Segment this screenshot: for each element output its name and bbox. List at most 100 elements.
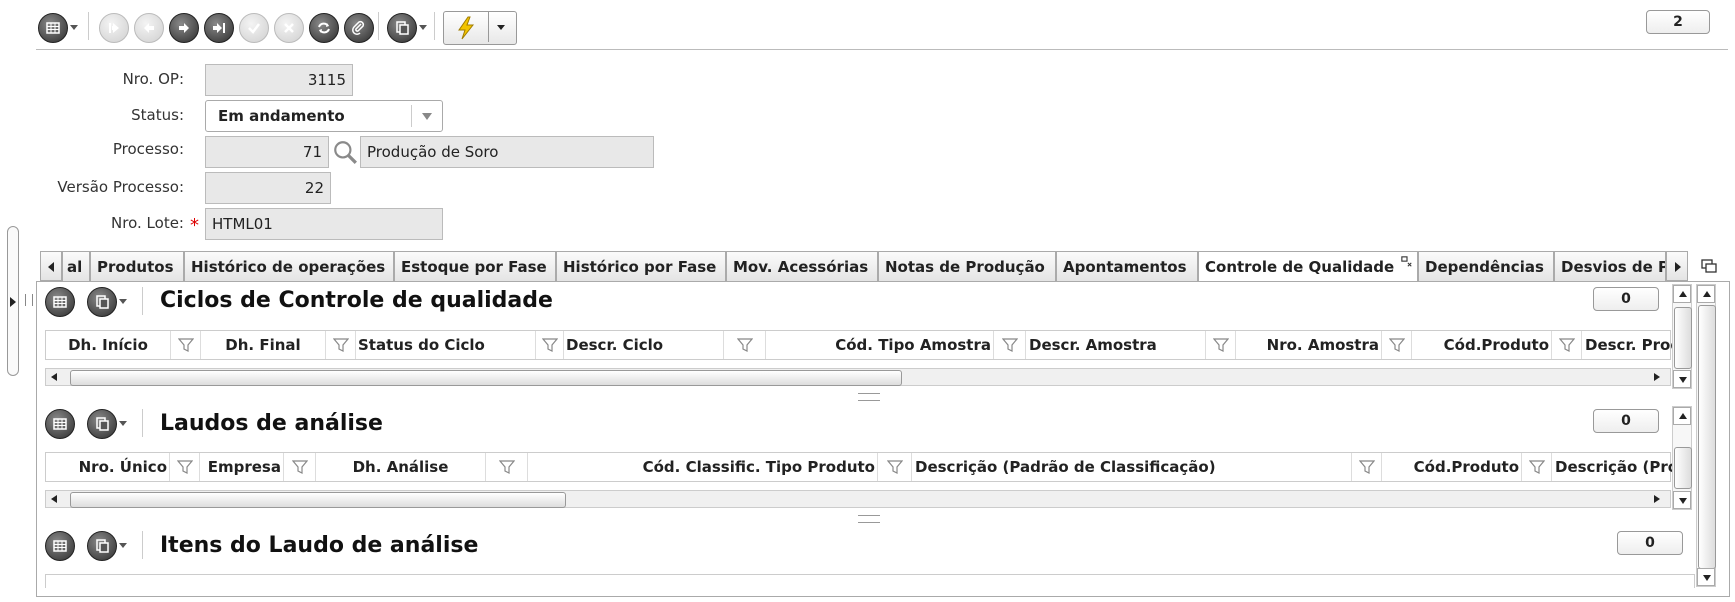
grid-menu-icon[interactable] [45,287,75,317]
filter-icon[interactable] [878,453,912,481]
column-header[interactable]: Descr. Produto [1582,331,1672,359]
versao-field[interactable]: 22 [205,172,331,204]
tab-controle-qualidade[interactable]: Controle de Qualidade [1198,251,1418,282]
column-header[interactable]: Descr. Ciclo [564,331,724,359]
filter-icon[interactable] [994,331,1026,359]
detach-tab-icon[interactable] [1401,256,1413,268]
grid-menu-icon[interactable] [45,409,75,439]
scroll-down-button[interactable] [1673,491,1691,509]
column-header[interactable]: Empresa [200,453,284,481]
ciclos-vertical-scrollbar[interactable] [1672,284,1692,389]
processo-desc-field[interactable]: Produção de Soro [360,136,654,168]
last-record-icon[interactable] [204,13,234,43]
scrollbar-thumb[interactable] [1674,447,1692,489]
status-select[interactable]: Em andamento [205,100,443,132]
copy-menu-caret-icon[interactable] [119,299,127,304]
grid-menu-caret-icon[interactable] [70,25,78,30]
scroll-up-button[interactable] [1673,407,1691,425]
column-header[interactable]: Cód.Produto [1412,331,1552,359]
column-header[interactable]: Descrição (Produto [1552,453,1672,481]
column-header[interactable]: Descr. Amostra [1026,331,1206,359]
tab-mov-acessorias[interactable]: Mov. Acessórias [726,251,878,281]
filter-icon[interactable] [1382,331,1412,359]
tab-historico-fase[interactable]: Histórico por Fase [556,251,726,281]
panel-vertical-scrollbar[interactable] [1696,284,1716,587]
scrollbar-thumb[interactable] [1698,305,1716,569]
scrollbar-thumb[interactable] [1674,307,1692,369]
lote-field[interactable]: HTML01 [205,208,443,240]
tab-historico-operacoes[interactable]: Histórico de operações [184,251,394,281]
column-header[interactable]: Cód. Tipo Amostra [766,331,994,359]
previous-record-icon[interactable] [134,13,164,43]
tab-scroll-right-button[interactable] [1666,251,1688,281]
scrollbar-thumb[interactable] [70,492,566,508]
filter-icon[interactable] [170,453,200,481]
search-icon[interactable] [332,139,358,165]
column-header[interactable]: Dh. Análise [316,453,486,481]
filter-icon[interactable] [724,331,766,359]
next-record-icon[interactable] [169,13,199,43]
attach-icon[interactable] [344,13,374,43]
column-header[interactable]: Dh. Início [46,331,171,359]
filter-icon[interactable] [326,331,356,359]
filter-icon[interactable] [1206,331,1236,359]
copy-menu-icon[interactable] [87,531,117,561]
column-header[interactable]: Cód.Produto [1382,453,1522,481]
laudos-vertical-scrollbar[interactable] [1672,406,1692,510]
section-resize-handle[interactable] [858,515,880,523]
nro-op-field[interactable]: 3115 [205,64,353,96]
scroll-right-icon[interactable] [1654,373,1660,381]
scroll-up-button[interactable] [1697,285,1715,303]
grid-menu-icon[interactable] [38,13,68,43]
column-header[interactable]: Cód. Classific. Tipo Produto [528,453,878,481]
expand-left-arrow-icon[interactable] [10,297,16,307]
tab-scroll-left-button[interactable] [40,251,62,281]
scroll-left-icon[interactable] [51,495,57,503]
confirm-icon[interactable] [239,13,269,43]
column-header[interactable]: Descrição (Padrão de Classificação) [912,453,1352,481]
chevron-left-icon [48,262,54,272]
filter-icon[interactable] [284,453,316,481]
filter-icon[interactable] [1352,453,1382,481]
copy-menu-caret-icon[interactable] [419,25,427,30]
chevron-down-icon[interactable] [411,105,442,127]
filter-icon[interactable] [1552,331,1582,359]
filter-icon[interactable] [486,453,528,481]
refresh-icon[interactable] [309,13,339,43]
scroll-down-button[interactable] [1673,370,1691,388]
grid-menu-icon[interactable] [45,531,75,561]
processo-code-field[interactable]: 71 [205,136,329,168]
column-header[interactable]: Nro. Amostra [1236,331,1382,359]
filter-icon[interactable] [536,331,564,359]
column-header[interactable]: Dh. Final [201,331,326,359]
scrollbar-thumb[interactable] [70,370,902,386]
scroll-up-button[interactable] [1673,285,1691,303]
copy-menu-caret-icon[interactable] [119,421,127,426]
laudos-horizontal-scrollbar[interactable] [45,490,1671,508]
tab-geral[interactable]: al [62,251,90,281]
tab-produtos[interactable]: Produtos [90,251,184,281]
actions-button[interactable] [443,11,517,45]
filter-icon[interactable] [1522,453,1552,481]
first-record-icon[interactable] [99,13,129,43]
cancel-icon[interactable] [274,13,304,43]
column-header[interactable]: Nro. Único [46,453,170,481]
scroll-left-icon[interactable] [51,373,57,381]
filter-icon[interactable] [171,331,201,359]
copy-menu-icon[interactable] [87,287,117,317]
tab-notas-producao[interactable]: Notas de Produção [878,251,1056,281]
tab-dependencias[interactable]: Dependências [1418,251,1554,281]
tab-estoque-fase[interactable]: Estoque por Fase [394,251,556,281]
tab-desvios[interactable]: Desvios de P [1554,251,1666,281]
copy-menu-caret-icon[interactable] [119,543,127,548]
ciclos-horizontal-scrollbar[interactable] [45,368,1671,386]
copy-menu-icon[interactable] [87,409,117,439]
scroll-down-button[interactable] [1697,568,1715,586]
tab-list-icon[interactable] [1701,258,1717,274]
tab-apontamentos[interactable]: Apontamentos [1056,251,1198,281]
section-resize-handle[interactable] [858,393,880,401]
scroll-right-icon[interactable] [1654,495,1660,503]
column-header[interactable]: Status do Ciclo [356,331,536,359]
actions-caret-icon[interactable] [497,25,505,30]
copy-menu-icon[interactable] [387,13,417,43]
